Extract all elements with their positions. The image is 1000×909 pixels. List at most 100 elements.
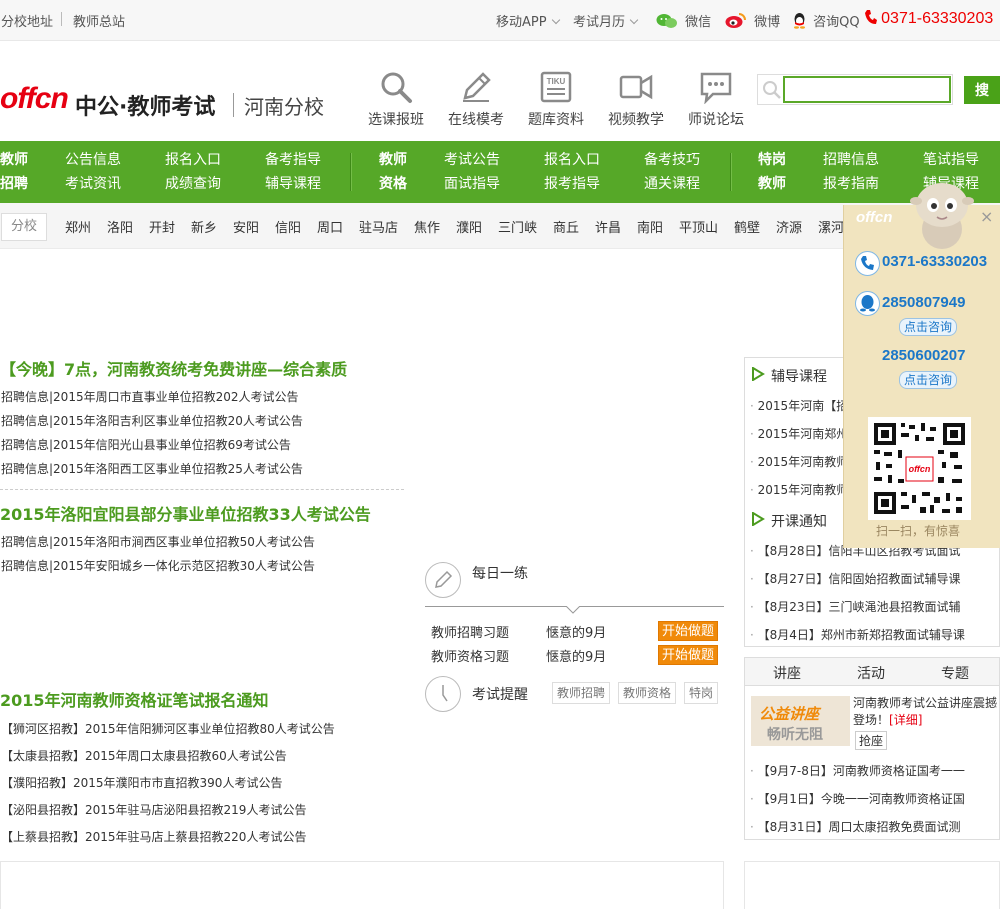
top-bar: 分校地址 教师总站 移动APP 考试月历 微信 微博 咨询QQ 0371-633… [0, 0, 1000, 41]
city-link[interactable]: 安阳 [233, 217, 259, 236]
consult-qq-link[interactable]: 咨询QQ [792, 11, 860, 30]
start-practice-button[interactable]: 开始做题 [658, 645, 718, 665]
nav-item[interactable]: 备考技巧 [644, 148, 700, 172]
city-link[interactable]: 濮阳 [456, 217, 482, 236]
divider [61, 12, 62, 26]
city-link[interactable]: 南阳 [637, 217, 663, 236]
search-button[interactable]: 搜 [964, 76, 1000, 104]
nav-item[interactable]: 笔试指导 [923, 148, 979, 172]
lecture-link[interactable]: · 【9月1日】今晚一一河南教师资格证国 [750, 790, 965, 807]
consult-button[interactable]: 点击咨询 [899, 318, 957, 336]
exam-calendar-menu[interactable]: 考试月历 [573, 11, 639, 30]
tab-lecture[interactable]: 讲座 [773, 663, 801, 683]
news-item[interactable]: 【太康县招教】2015年周口太康县招教60人考试公告 [1, 747, 287, 764]
city-link[interactable]: 济源 [776, 217, 802, 236]
nav-item[interactable]: 考试资讯 [65, 172, 121, 196]
nav-section-title-qualification[interactable]: 教师 资格 [379, 148, 407, 196]
course-link[interactable]: · 2015年河南教师 [750, 453, 848, 470]
nav-item[interactable]: 备考指导 [265, 148, 321, 172]
news-item[interactable]: 【上蔡县招教】2015年驻马店上蔡县招教220人考试公告 [1, 828, 306, 845]
city-link[interactable]: 新乡 [191, 217, 217, 236]
reminder-tag[interactable]: 教师招聘 [552, 682, 611, 704]
nav-item[interactable]: 报考指南 [823, 172, 879, 196]
city-link[interactable]: 焦作 [414, 217, 440, 236]
nav-item[interactable]: 报名入口 [544, 148, 600, 172]
city-link[interactable]: 郑州 [65, 217, 91, 236]
scan-caption: 扫一扫，有惊喜 [876, 524, 961, 538]
nav-item[interactable]: 成绩查询 [165, 172, 221, 196]
nav-section-title-line: 教师 [379, 152, 407, 168]
nav-online-mock[interactable]: 在线模考 [441, 70, 511, 129]
lecture-banner[interactable]: 公益讲座 畅听无阻 [751, 696, 850, 746]
city-link[interactable]: 鹤壁 [734, 217, 760, 236]
hotline: 0371-63330203 [864, 9, 993, 28]
lecture-link[interactable]: · 【8月31日】周口太康招教免费面试测 [750, 818, 961, 835]
search-input[interactable] [783, 76, 951, 103]
banner-subtitle: 畅听无阻 [767, 727, 823, 743]
nav-video-teaching[interactable]: 视频教学 [601, 70, 671, 129]
wechat-link[interactable]: 微信 [656, 11, 711, 30]
weibo-link[interactable]: 微博 [725, 11, 780, 30]
notice-link[interactable]: · 【8月27日】信阳固始招教面试辅导课 [750, 570, 961, 587]
news-item[interactable]: 招聘信息|2015年周口市直事业单位招教202人考试公告 [1, 388, 299, 405]
consult-button[interactable]: 点击咨询 [899, 371, 957, 389]
nav-item[interactable]: 报名入口 [165, 148, 221, 172]
nav-item[interactable]: 面试指导 [444, 172, 500, 196]
city-link[interactable]: 信阳 [275, 217, 301, 236]
nav-section-title-recruit[interactable]: 教师 招聘 [0, 148, 28, 196]
course-link[interactable]: · 2015年河南【招 [750, 397, 848, 414]
tab-topic[interactable]: 专题 [941, 663, 969, 683]
city-link[interactable]: 洛阳 [107, 217, 133, 236]
nav-section-title-line: 特岗 [758, 152, 786, 168]
branch-address-link[interactable]: 分校地址 [1, 11, 53, 30]
headline-link[interactable]: 2015年河南教师资格证笔试报名通知 [0, 687, 269, 711]
mobile-app-menu[interactable]: 移动APP [496, 11, 560, 30]
city-link[interactable]: 平顶山 [679, 217, 718, 236]
city-link[interactable]: 开封 [149, 217, 175, 236]
course-link[interactable]: · 2015年河南郑州 [750, 425, 848, 442]
practice-row-label[interactable]: 教师资格习题 [431, 646, 509, 665]
nav-item[interactable]: 考试公告 [444, 148, 500, 172]
city-link[interactable]: 商丘 [553, 217, 579, 236]
start-practice-button[interactable]: 开始做题 [658, 621, 718, 641]
nav-item[interactable]: 公告信息 [65, 148, 121, 172]
consult-qq-label: 咨询QQ [813, 15, 860, 30]
notice-link[interactable]: · 【8月23日】三门峡渑池县招教面试辅 [750, 598, 961, 615]
city-link[interactable]: 驻马店 [359, 217, 398, 236]
news-item[interactable]: 招聘信息|2015年安阳城乡一体化示范区招教30人考试公告 [1, 557, 315, 574]
lecture-link[interactable]: · 【9月7-8日】河南教师资格证国考一一 [750, 762, 965, 779]
nav-item[interactable]: 招聘信息 [823, 148, 879, 172]
nav-item[interactable]: 辅导课程 [265, 172, 321, 196]
headline-link[interactable]: 2015年洛阳宜阳县部分事业单位招教33人考试公告 [0, 501, 371, 525]
tab-activity[interactable]: 活动 [857, 663, 885, 683]
grab-seat-tag[interactable]: 抢座 [855, 731, 888, 750]
city-link[interactable]: 周口 [317, 217, 343, 236]
course-link[interactable]: · 2015年河南教师 [750, 481, 848, 498]
practice-row-label[interactable]: 教师招聘习题 [431, 622, 509, 641]
city-link[interactable]: 三门峡 [498, 217, 537, 236]
close-icon[interactable]: × [980, 207, 993, 226]
reminder-tag[interactable]: 特岗 [684, 682, 719, 704]
city-link[interactable]: 漯河 [818, 217, 844, 236]
teacher-station-link[interactable]: 教师总站 [73, 11, 125, 30]
nav-question-bank[interactable]: TIKU 题库资料 [521, 70, 591, 129]
news-item[interactable]: 【狮河区招教】2015年信阳狮河区事业单位招教80人考试公告 [1, 720, 335, 737]
city-bar-label: 分校 [1, 213, 47, 241]
nav-item[interactable]: 报考指导 [544, 172, 600, 196]
detail-link[interactable]: [详细] [889, 713, 922, 727]
nav-forum[interactable]: 师说论坛 [681, 70, 751, 129]
news-item[interactable]: 【泌阳县招教】2015年驻马店泌阳县招教219人考试公告 [1, 801, 306, 818]
headline-link[interactable]: 【今晚】7点，河南教资统考免费讲座—综合素质 [0, 356, 347, 380]
news-item[interactable]: 【濮阳招教】2015年濮阳市市直招教390人考试公告 [1, 774, 282, 791]
news-item[interactable]: 招聘信息|2015年洛阳吉利区事业单位招教20人考试公告 [1, 412, 303, 429]
news-item[interactable]: 招聘信息|2015年洛阳市涧西区事业单位招教50人考试公告 [1, 533, 315, 550]
news-item[interactable]: 招聘信息|2015年洛阳西工区事业单位招教25人考试公告 [1, 460, 303, 477]
reminder-tag[interactable]: 教师资格 [618, 682, 677, 704]
city-link[interactable]: 许昌 [595, 217, 621, 236]
qr-code-icon: offcn [874, 423, 965, 514]
nav-section-title-special[interactable]: 特岗 教师 [758, 148, 786, 196]
news-item[interactable]: 招聘信息|2015年信阳光山县事业单位招教69考试公告 [1, 436, 291, 453]
nav-item[interactable]: 通关课程 [644, 172, 700, 196]
notice-link[interactable]: · 【8月4日】郑州市新郑招教面试辅导课 [750, 626, 965, 643]
nav-course-selection[interactable]: 选课报班 [361, 70, 431, 129]
